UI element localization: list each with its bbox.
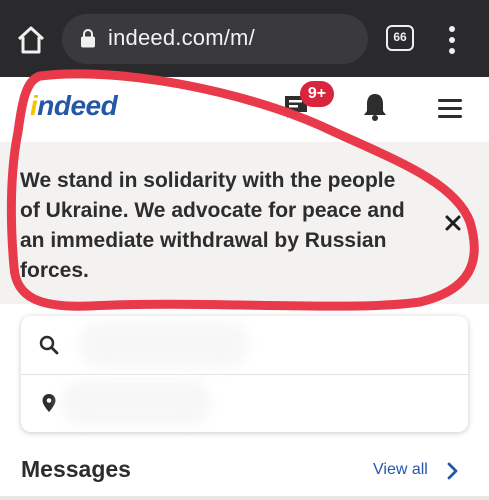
job-search-card [21,316,468,432]
where-search-row[interactable] [21,374,468,432]
close-icon[interactable] [442,212,464,234]
home-icon[interactable] [14,23,48,57]
banner-message: We stand in solidarity with the people o… [20,169,405,282]
what-search-row[interactable] [21,316,468,375]
ukraine-solidarity-banner: We stand in solidarity with the people o… [0,142,489,304]
location-pin-icon [42,394,56,412]
hamburger-icon[interactable] [436,97,464,119]
bell-icon[interactable] [360,91,390,123]
logo-text: indeed [30,90,118,121]
redacted-blur [79,322,249,368]
browser-toolbar: indeed.com/m/ 66 [0,0,489,77]
search-icon [39,335,59,355]
lock-icon [81,29,95,48]
address-bar[interactable]: indeed.com/m/ [62,14,368,64]
message-badge: 9+ [300,81,334,107]
messages-heading: Messages [21,456,131,482]
url-text[interactable]: indeed.com/m/ [108,25,255,51]
tab-count-button[interactable]: 66 [386,25,414,51]
site-header: indeed 9+ [0,77,489,142]
section-divider [0,496,489,500]
redacted-blur [61,380,211,426]
chevron-right-icon[interactable] [446,462,458,480]
menu-dots-icon[interactable] [444,23,460,57]
indeed-logo[interactable]: indeed [30,90,118,122]
view-all-link[interactable]: View all [373,461,428,479]
